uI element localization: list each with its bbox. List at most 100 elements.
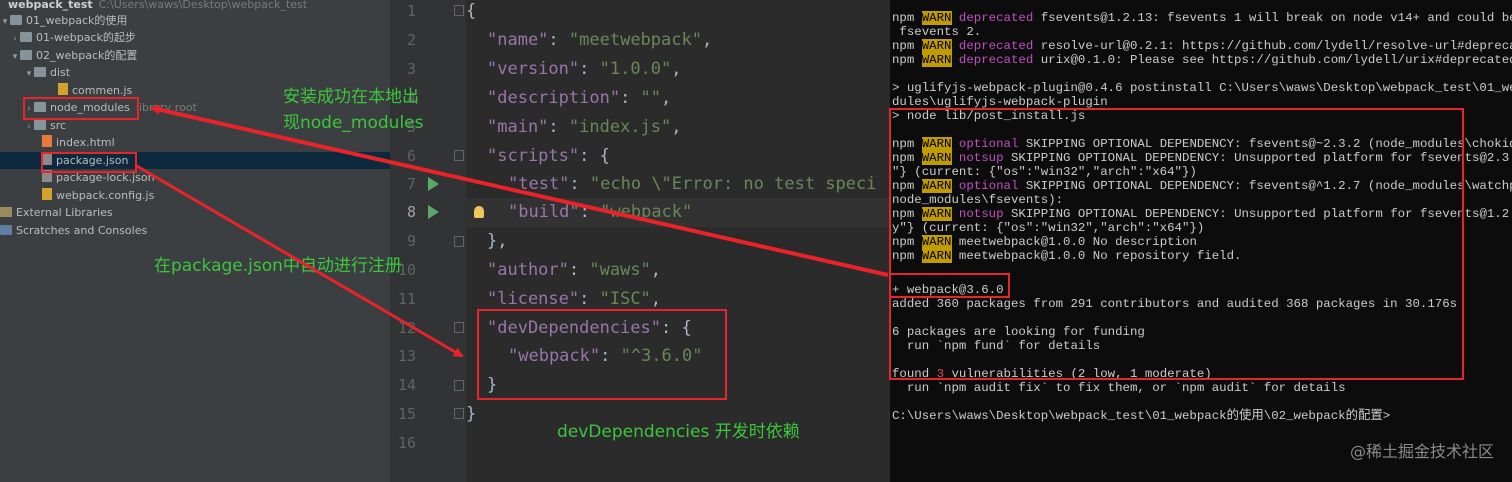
library-root-label: library root (135, 101, 197, 114)
brace: } (466, 404, 477, 424)
terminal-text: dules\uglifyjs-webpack-plugin (892, 95, 1108, 109)
terminal-prefix: npm (892, 11, 922, 25)
warn-type: deprecated (951, 11, 1034, 25)
line-number: 1 (406, 2, 416, 20)
tree-item-label: commen.js (72, 84, 133, 97)
line-number: 14 (397, 376, 416, 394)
code-line-current: "build": "webpack" (466, 198, 890, 227)
tree-item-01-webpack-start[interactable]: › 01-webpack的起步 (0, 29, 390, 46)
js-file-icon (42, 188, 52, 200)
library-icon (0, 207, 12, 217)
json-string: "meetwebpack" (568, 30, 702, 50)
line-number: 9 (406, 232, 416, 250)
terminal-line: npm WARN deprecated fsevents@1.2.13: fse… (892, 11, 1512, 25)
json-string: "ISC" (599, 289, 651, 309)
fold-icon[interactable] (454, 322, 464, 333)
line-number: 2 (406, 31, 416, 49)
install-note-line-2: 现node_modules (283, 113, 424, 133)
fold-icon[interactable] (454, 5, 464, 16)
json-key: "scripts" (487, 146, 580, 166)
terminal-prefix: npm (892, 39, 922, 53)
run-build-icon[interactable] (428, 205, 439, 219)
webpack-version-highlight-box (889, 273, 1010, 298)
line-number: 11 (397, 290, 416, 308)
json-key: "description" (487, 88, 621, 108)
json-string: "echo \"Error: no test speci (589, 174, 877, 194)
tree-item-02-webpack-config[interactable]: ▾ 02_webpack的配置 (0, 47, 390, 64)
json-key: "version" (487, 59, 580, 79)
json-string: "" (640, 88, 662, 108)
tree-item-label: dist (50, 66, 71, 79)
folder-icon (34, 120, 46, 130)
tree-item-external-libraries[interactable]: External Libraries (0, 204, 390, 221)
tree-item-webpack-config-js[interactable]: webpack.config.js (0, 187, 390, 204)
folder-icon (34, 67, 46, 77)
tree-item-label: 01_webpack的使用 (26, 14, 128, 27)
json-key: "name" (487, 30, 549, 50)
chevron-down-icon[interactable]: ▾ (24, 66, 34, 83)
terminal-line: npm WARN deprecated resolve-url@0.2.1: h… (892, 39, 1512, 53)
fold-icon[interactable] (454, 150, 464, 161)
json-key: "test" (508, 174, 570, 194)
package-json-highlight-box (41, 152, 137, 173)
fold-icon[interactable] (454, 236, 464, 247)
warn-type: deprecated (951, 39, 1034, 53)
folder-icon (20, 32, 32, 42)
tree-item-scratches[interactable]: Scratches and Consoles (0, 222, 390, 239)
tree-item-01-webpack-usage[interactable]: ▾ 01_webpack的使用 (0, 12, 390, 29)
tree-root-name: webpack_test (8, 0, 93, 11)
code-line: "name": "meetwebpack", (487, 30, 713, 50)
warn-badge: WARN (921, 53, 952, 67)
terminal-text: > uglifyjs-webpack-plugin@0.4.6 postinst… (892, 81, 1512, 95)
code-editor[interactable]: { "name": "meetwebpack", "version": "1.0… (466, 0, 890, 482)
project-tree-panel: webpack_test C:\Users\waws\Desktop\webpac… (0, 0, 390, 482)
code-line: "description": "", (487, 88, 672, 108)
terminal-line: > uglifyjs-webpack-plugin@0.4.6 postinst… (892, 81, 1512, 95)
line-number: 12 (397, 319, 416, 337)
terminal-line: dules\uglifyjs-webpack-plugin (892, 95, 1108, 109)
tree-root-path: C:\Users\waws\Desktop\webpack_test (98, 0, 308, 11)
line-number: 3 (406, 60, 416, 78)
run-test-icon[interactable] (428, 177, 439, 191)
tree-item-index-html[interactable]: index.html (0, 134, 390, 151)
tree-item-label: External Libraries (16, 206, 113, 219)
terminal-text: fsevents 2. (892, 25, 982, 39)
brace: { (466, 1, 477, 21)
warn-type: deprecated (951, 53, 1034, 67)
lightbulb-icon[interactable] (474, 206, 484, 218)
json-string: "webpack" (600, 202, 693, 222)
fold-icon[interactable] (454, 380, 464, 391)
json-key: "license" (487, 289, 580, 309)
tree-item-label: index.html (56, 136, 115, 149)
html-file-icon (42, 135, 52, 147)
tree-item-label: src (50, 119, 67, 132)
editor-gutter: 1 2 3 4 5 6 7 8 9 10 11 12 13 14 15 16 (390, 0, 466, 482)
terminal-text: resolve-url@0.2.1: https://github.com/ly… (1033, 39, 1512, 53)
install-note-line-1: 安装成功在本地出 (283, 87, 419, 107)
fold-icon[interactable] (454, 408, 464, 419)
terminal-line: run `npm audit fix` to fix them, or `npm… (892, 381, 1346, 395)
json-key: "main" (487, 117, 549, 137)
terminal-text: run `npm audit fix` to fix them, or `npm… (892, 381, 1346, 395)
code-line: "author": "waws", (487, 260, 662, 280)
terminal-text: C:\Users\waws\Desktop\webpack_test\01_we… (892, 409, 1391, 423)
code-line: } (466, 400, 476, 429)
warn-badge: WARN (921, 11, 952, 25)
json-string: "index.js" (568, 117, 672, 137)
js-file-icon (58, 83, 68, 95)
code-line: "version": "1.0.0", (487, 59, 682, 79)
terminal-line: C:\Users\waws\Desktop\webpack_test\01_we… (892, 409, 1390, 423)
tree-item-dist[interactable]: ▾ dist (0, 64, 390, 81)
line-number: 15 (397, 405, 416, 423)
devdeps-note: devDependencies 开发时依赖 (557, 422, 800, 442)
chevron-right-icon[interactable]: › (10, 31, 20, 48)
line-number-current: 8 (406, 203, 416, 221)
warn-badge: WARN (921, 39, 952, 53)
line-number: 6 (406, 147, 416, 165)
json-key: "build" (508, 202, 580, 222)
tree-item-label: 01-webpack的起步 (36, 31, 136, 44)
code-line: "main": "index.js", (487, 117, 682, 137)
code-line: { (466, 0, 476, 26)
terminal-line: npm WARN deprecated urix@0.1.0: Please s… (892, 53, 1512, 67)
install-log-highlight-box (889, 108, 1464, 380)
